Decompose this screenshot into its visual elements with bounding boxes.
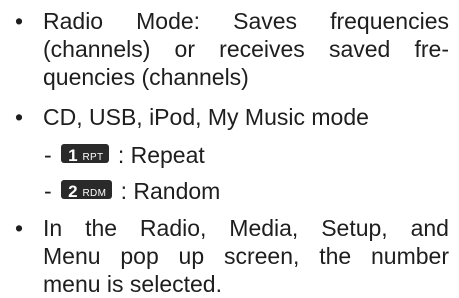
bullet-dot: •: [15, 8, 24, 34]
word: (channels): [43, 36, 151, 62]
key-number: 1: [68, 146, 78, 165]
word: Menu: [43, 243, 101, 269]
number-menu-line-3: menu is selected.: [43, 271, 222, 297]
word: Media,: [229, 215, 299, 241]
dash: -: [44, 178, 52, 204]
word: number: [371, 243, 449, 269]
word: frequencies: [330, 8, 449, 34]
word: Saves: [233, 8, 298, 34]
radio-mode-line-3: quencies (channels): [43, 64, 249, 90]
manual-page: • Radio Mode: Saves frequencies (channel…: [0, 0, 459, 298]
word: saved: [328, 36, 391, 62]
word: or: [174, 36, 195, 62]
number-menu-line-1: In the Radio, Media, Setup, and: [43, 214, 449, 242]
word: fre-: [414, 36, 450, 62]
word: up: [178, 243, 205, 269]
word: and: [410, 215, 449, 241]
number-menu-line-2: Menu pop up screen, the number: [43, 242, 449, 270]
dash: -: [44, 142, 52, 168]
random-item: - 2 RDM : Random: [44, 177, 220, 205]
word: Radio,: [139, 215, 207, 241]
repeat-label: : Repeat: [117, 142, 205, 168]
radio-mode-line-1: Radio Mode: Saves frequencies: [43, 7, 449, 35]
word: pop: [120, 243, 159, 269]
word: Radio: [43, 8, 104, 34]
key-code: RPT: [82, 152, 104, 163]
word: screen,: [223, 243, 300, 269]
bullet-dot: •: [15, 215, 24, 241]
random-label: : Random: [120, 178, 221, 204]
word: receives: [219, 36, 305, 62]
word: the: [85, 215, 118, 241]
key-code: RDM: [82, 188, 107, 199]
word: In: [43, 215, 63, 241]
media-mode-line: CD, USB, iPod, My Music mode: [43, 104, 369, 130]
radio-mode-line-2: (channels) or receives saved fre-: [43, 35, 449, 63]
rdm-key-icon: 2 RDM: [61, 180, 113, 201]
repeat-item: - 1 RPT : Repeat: [44, 141, 205, 169]
bullet-dot: •: [15, 104, 24, 130]
word: the: [319, 243, 352, 269]
word: Mode:: [136, 8, 201, 34]
key-number: 2: [68, 182, 78, 201]
word: Setup,: [321, 215, 388, 241]
rpt-key-icon: 1 RPT: [61, 144, 110, 165]
